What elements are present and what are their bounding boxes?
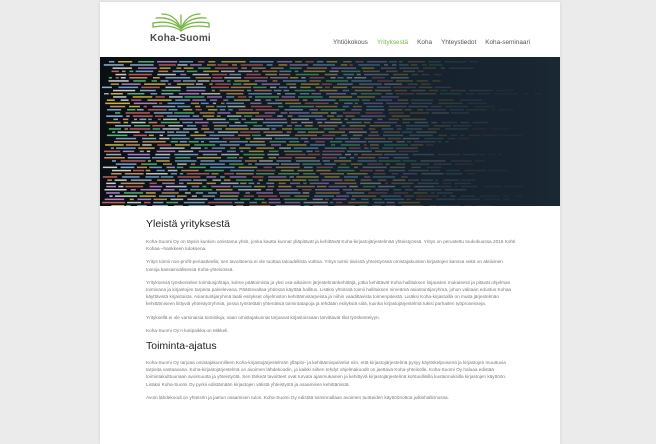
code-screen-image [100,57,560,206]
main-content: Yleistä yrityksestä Koha-Suomi Oy on täy… [146,218,516,407]
paragraph: Koha-Suomi Oy tarjoaa omistajakunnilleen… [146,360,507,387]
site-logo[interactable]: Koha-Suomi [150,12,218,44]
nav-item-yhtiokokous[interactable]: Yhtiökokous [333,39,368,46]
paragraph: Yritys toimii non-profit-periaatteella; … [146,259,503,272]
paragraph: Avoin lähdekoodi on yhteisön ja jaetun o… [146,394,449,400]
paragraph: Koha-Suomi Oy on täysin kuntien omistama… [146,239,516,252]
nav-item-yhteystiedot[interactable]: Yhteystiedot [441,39,476,46]
paragraph: Yrityksellä ei ole varsinaisia toimitilo… [146,314,380,320]
paragraph: Yrityksessä työskentelee toimitusjohtaja… [146,279,512,307]
paragraph: Koha-Suomi Oy:n kotipaikka on Mikkeli. [146,327,229,333]
page-container: Koha-Suomi Yhtiökokous Yrityksestä Koha … [100,2,560,444]
hero-image [100,57,560,206]
section-heading-general: Yleistä yrityksestä [146,218,231,230]
logo-text: Koha-Suomi [150,33,211,44]
main-nav: Yhtiökokous Yrityksestä Koha Yhteystiedo… [333,39,530,46]
open-book-icon [152,13,210,32]
section-heading-mission: Toiminta-ajatus [146,340,217,353]
nav-item-koha[interactable]: Koha [417,39,432,46]
nav-item-yrityksesta[interactable]: Yrityksestä [377,39,408,46]
nav-item-koha-seminaari[interactable]: Koha-seminaari [485,39,530,46]
site-header: Koha-Suomi Yhtiökokous Yrityksestä Koha … [100,2,560,57]
